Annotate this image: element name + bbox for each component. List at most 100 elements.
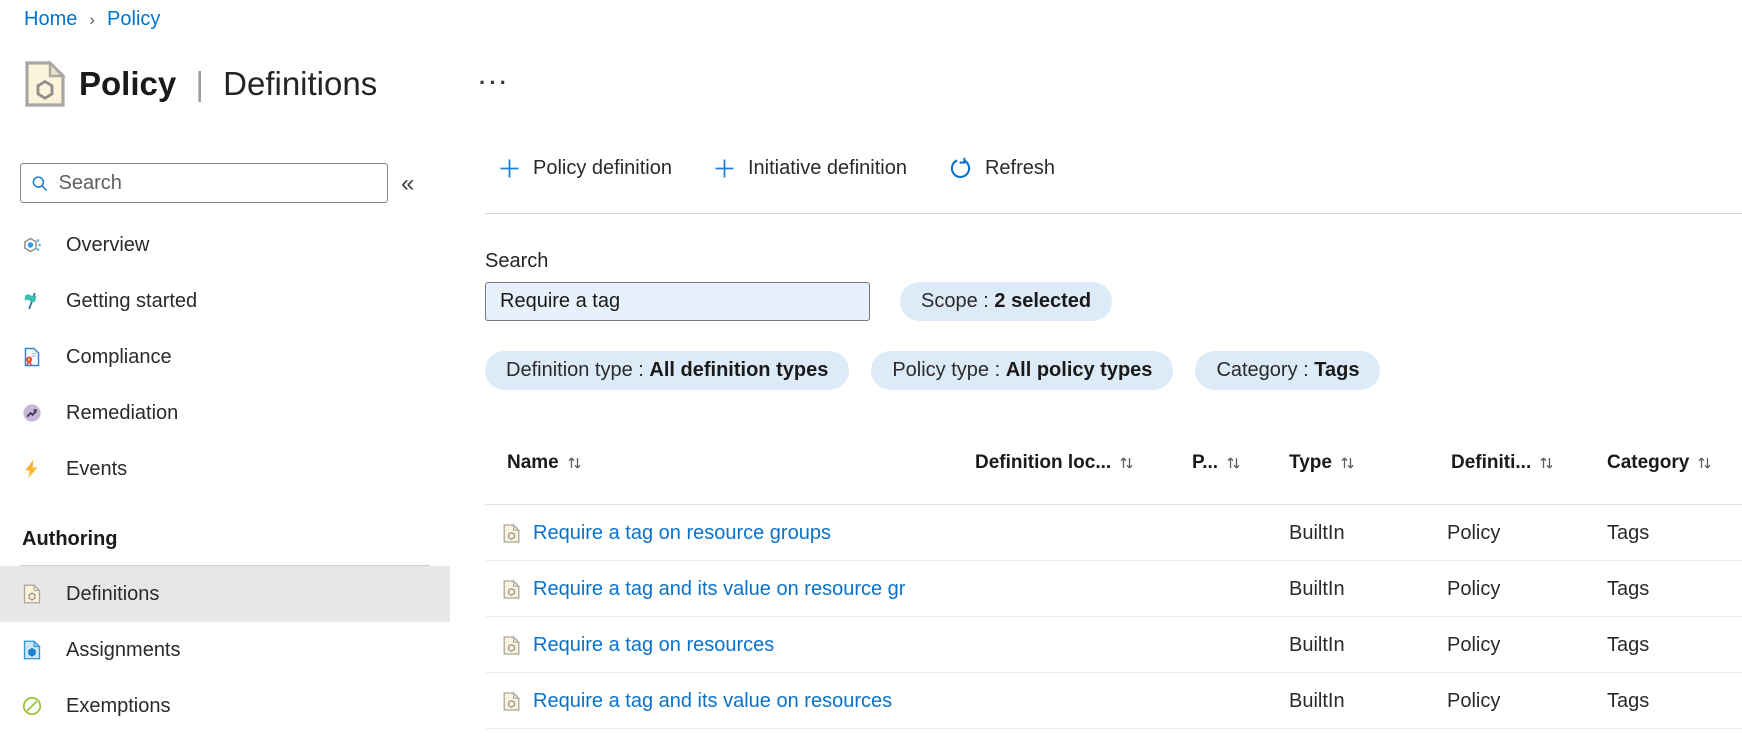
initiative-definition-label: Initiative definition bbox=[747, 156, 907, 179]
column-header-name[interactable]: Name bbox=[507, 452, 582, 474]
toolbar-divider bbox=[485, 213, 1742, 214]
column-header-type[interactable]: Type bbox=[1289, 452, 1355, 474]
table-row: Require a tag and its value on resources… bbox=[485, 673, 1742, 729]
category-cell: Tags bbox=[1607, 577, 1650, 600]
refresh-label: Refresh bbox=[984, 156, 1055, 179]
main-content: Policy definition Initiative definition … bbox=[485, 140, 1742, 743]
collapse-sidebar-icon[interactable]: « bbox=[401, 170, 414, 198]
sidebar-search-input[interactable] bbox=[58, 171, 377, 195]
policy-definition-label: Policy definition bbox=[533, 156, 672, 179]
breadcrumb: Home › Policy bbox=[24, 8, 160, 31]
sidebar-item-label: Compliance bbox=[66, 345, 172, 368]
column-header-p[interactable]: P... bbox=[1192, 452, 1241, 474]
sort-icon bbox=[1698, 457, 1712, 469]
sidebar-item-label: Definitions bbox=[66, 582, 160, 605]
pill-value: Tags bbox=[1314, 359, 1360, 381]
definition-type-filter-pill[interactable]: Definition type : All definition types bbox=[485, 351, 850, 390]
sidebar-item-overview[interactable]: Overview bbox=[0, 217, 450, 273]
assignments-icon bbox=[23, 640, 41, 660]
policy-document-icon bbox=[25, 61, 65, 107]
sidebar-item-definitions[interactable]: Definitions bbox=[0, 566, 450, 622]
type-cell: BuiltIn bbox=[1289, 521, 1345, 544]
policy-document-icon bbox=[503, 579, 520, 599]
sidebar-item-label: Assignments bbox=[66, 638, 181, 661]
type-cell: BuiltIn bbox=[1289, 689, 1345, 712]
sidebar-item-events[interactable]: Events bbox=[0, 441, 450, 497]
pill-label: Policy type bbox=[892, 359, 990, 381]
plus-icon bbox=[715, 159, 734, 177]
breadcrumb-chevron-icon: › bbox=[89, 9, 96, 29]
column-label: Category bbox=[1607, 452, 1690, 473]
exemptions-icon bbox=[22, 696, 42, 716]
definition-search-input[interactable] bbox=[485, 282, 870, 321]
refresh-button[interactable]: Refresh bbox=[949, 157, 1055, 180]
definition-link[interactable]: Require a tag on resource groups bbox=[533, 522, 831, 545]
column-header-definition[interactable]: Definiti... bbox=[1451, 452, 1554, 474]
sidebar-item-label: Remediation bbox=[66, 401, 179, 424]
policy-definition-button[interactable]: Policy definition bbox=[499, 157, 672, 180]
more-actions-icon[interactable]: ··· bbox=[479, 70, 510, 96]
sidebar-item-getting-started[interactable]: Getting started bbox=[0, 273, 450, 329]
sidebar-item-label: Overview bbox=[66, 233, 150, 256]
sort-icon bbox=[568, 457, 581, 469]
table-row: Require a tag on resource groups BuiltIn… bbox=[485, 505, 1742, 561]
table-row: Require a tag and its value on resource … bbox=[485, 561, 1742, 617]
filter-search-label: Search bbox=[485, 250, 549, 272]
table-body: Require a tag on resource groups BuiltIn… bbox=[485, 505, 1742, 729]
breadcrumb-policy-link[interactable]: Policy bbox=[107, 8, 160, 31]
breadcrumb-home-link[interactable]: Home bbox=[24, 8, 77, 31]
policy-document-icon bbox=[503, 691, 520, 711]
name-cell: Require a tag on resources bbox=[503, 617, 774, 673]
column-label: Name bbox=[507, 452, 559, 473]
column-header-category[interactable]: Category bbox=[1607, 452, 1712, 474]
table-header: Name Definition loc... P... Type Definit… bbox=[485, 452, 1742, 488]
policy-document-icon bbox=[503, 523, 520, 543]
sidebar-item-assignments[interactable]: Assignments bbox=[0, 622, 450, 678]
page-header: Policy | Definitions ··· bbox=[24, 60, 507, 108]
sidebar-item-compliance[interactable]: Compliance bbox=[0, 329, 450, 385]
overview-icon bbox=[24, 237, 41, 253]
definition-cell: Policy bbox=[1447, 577, 1501, 600]
sidebar: « Overview Getting started bbox=[0, 140, 450, 743]
type-cell: BuiltIn bbox=[1289, 577, 1345, 600]
policy-document-icon bbox=[503, 635, 520, 655]
category-filter-pill[interactable]: Category : Tags bbox=[1195, 351, 1381, 390]
filter-pills-row: Definition type : All definition types P… bbox=[485, 351, 1381, 390]
column-label: P... bbox=[1192, 452, 1219, 473]
column-header-definition-location[interactable]: Definition loc... bbox=[975, 452, 1134, 474]
initiative-definition-button[interactable]: Initiative definition bbox=[714, 157, 907, 180]
pill-value: All policy types bbox=[1005, 359, 1153, 381]
search-icon bbox=[32, 175, 48, 191]
pill-label: Category bbox=[1216, 359, 1298, 381]
command-bar: Policy definition Initiative definition … bbox=[499, 148, 1055, 188]
definition-cell: Policy bbox=[1447, 633, 1501, 656]
pill-label: Scope bbox=[921, 290, 978, 312]
column-label: Definition loc... bbox=[975, 452, 1112, 473]
name-cell: Require a tag and its value on resource … bbox=[503, 561, 905, 617]
definition-cell: Policy bbox=[1447, 689, 1501, 712]
events-icon bbox=[25, 459, 38, 479]
scope-filter-pill[interactable]: Scope : 2 selected bbox=[900, 282, 1113, 321]
remediation-icon bbox=[23, 404, 41, 422]
sidebar-item-exemptions[interactable]: Exemptions bbox=[0, 678, 450, 734]
column-label: Type bbox=[1289, 452, 1332, 473]
sidebar-item-remediation[interactable]: Remediation bbox=[0, 385, 450, 441]
pill-separator: : bbox=[632, 359, 650, 381]
pill-separator: : bbox=[977, 290, 995, 312]
page-title: Policy | Definitions bbox=[79, 65, 377, 103]
sidebar-nav: Overview Getting started Compliance Reme… bbox=[0, 217, 450, 734]
definition-link[interactable]: Require a tag and its value on resources bbox=[533, 690, 892, 713]
definition-cell: Policy bbox=[1447, 521, 1501, 544]
type-cell: BuiltIn bbox=[1289, 633, 1345, 656]
policy-type-filter-pill[interactable]: Policy type : All policy types bbox=[871, 351, 1174, 390]
sidebar-item-label: Events bbox=[66, 457, 128, 480]
pill-value: All definition types bbox=[649, 359, 829, 381]
sort-icon bbox=[1341, 457, 1354, 469]
definition-link[interactable]: Require a tag on resources bbox=[533, 634, 774, 657]
name-cell: Require a tag on resource groups bbox=[503, 505, 831, 561]
compliance-icon bbox=[24, 347, 40, 367]
plus-icon bbox=[500, 159, 519, 177]
page-title-resource: Policy bbox=[79, 65, 177, 102]
refresh-icon bbox=[950, 157, 971, 178]
definition-link[interactable]: Require a tag and its value on resource … bbox=[533, 578, 905, 601]
